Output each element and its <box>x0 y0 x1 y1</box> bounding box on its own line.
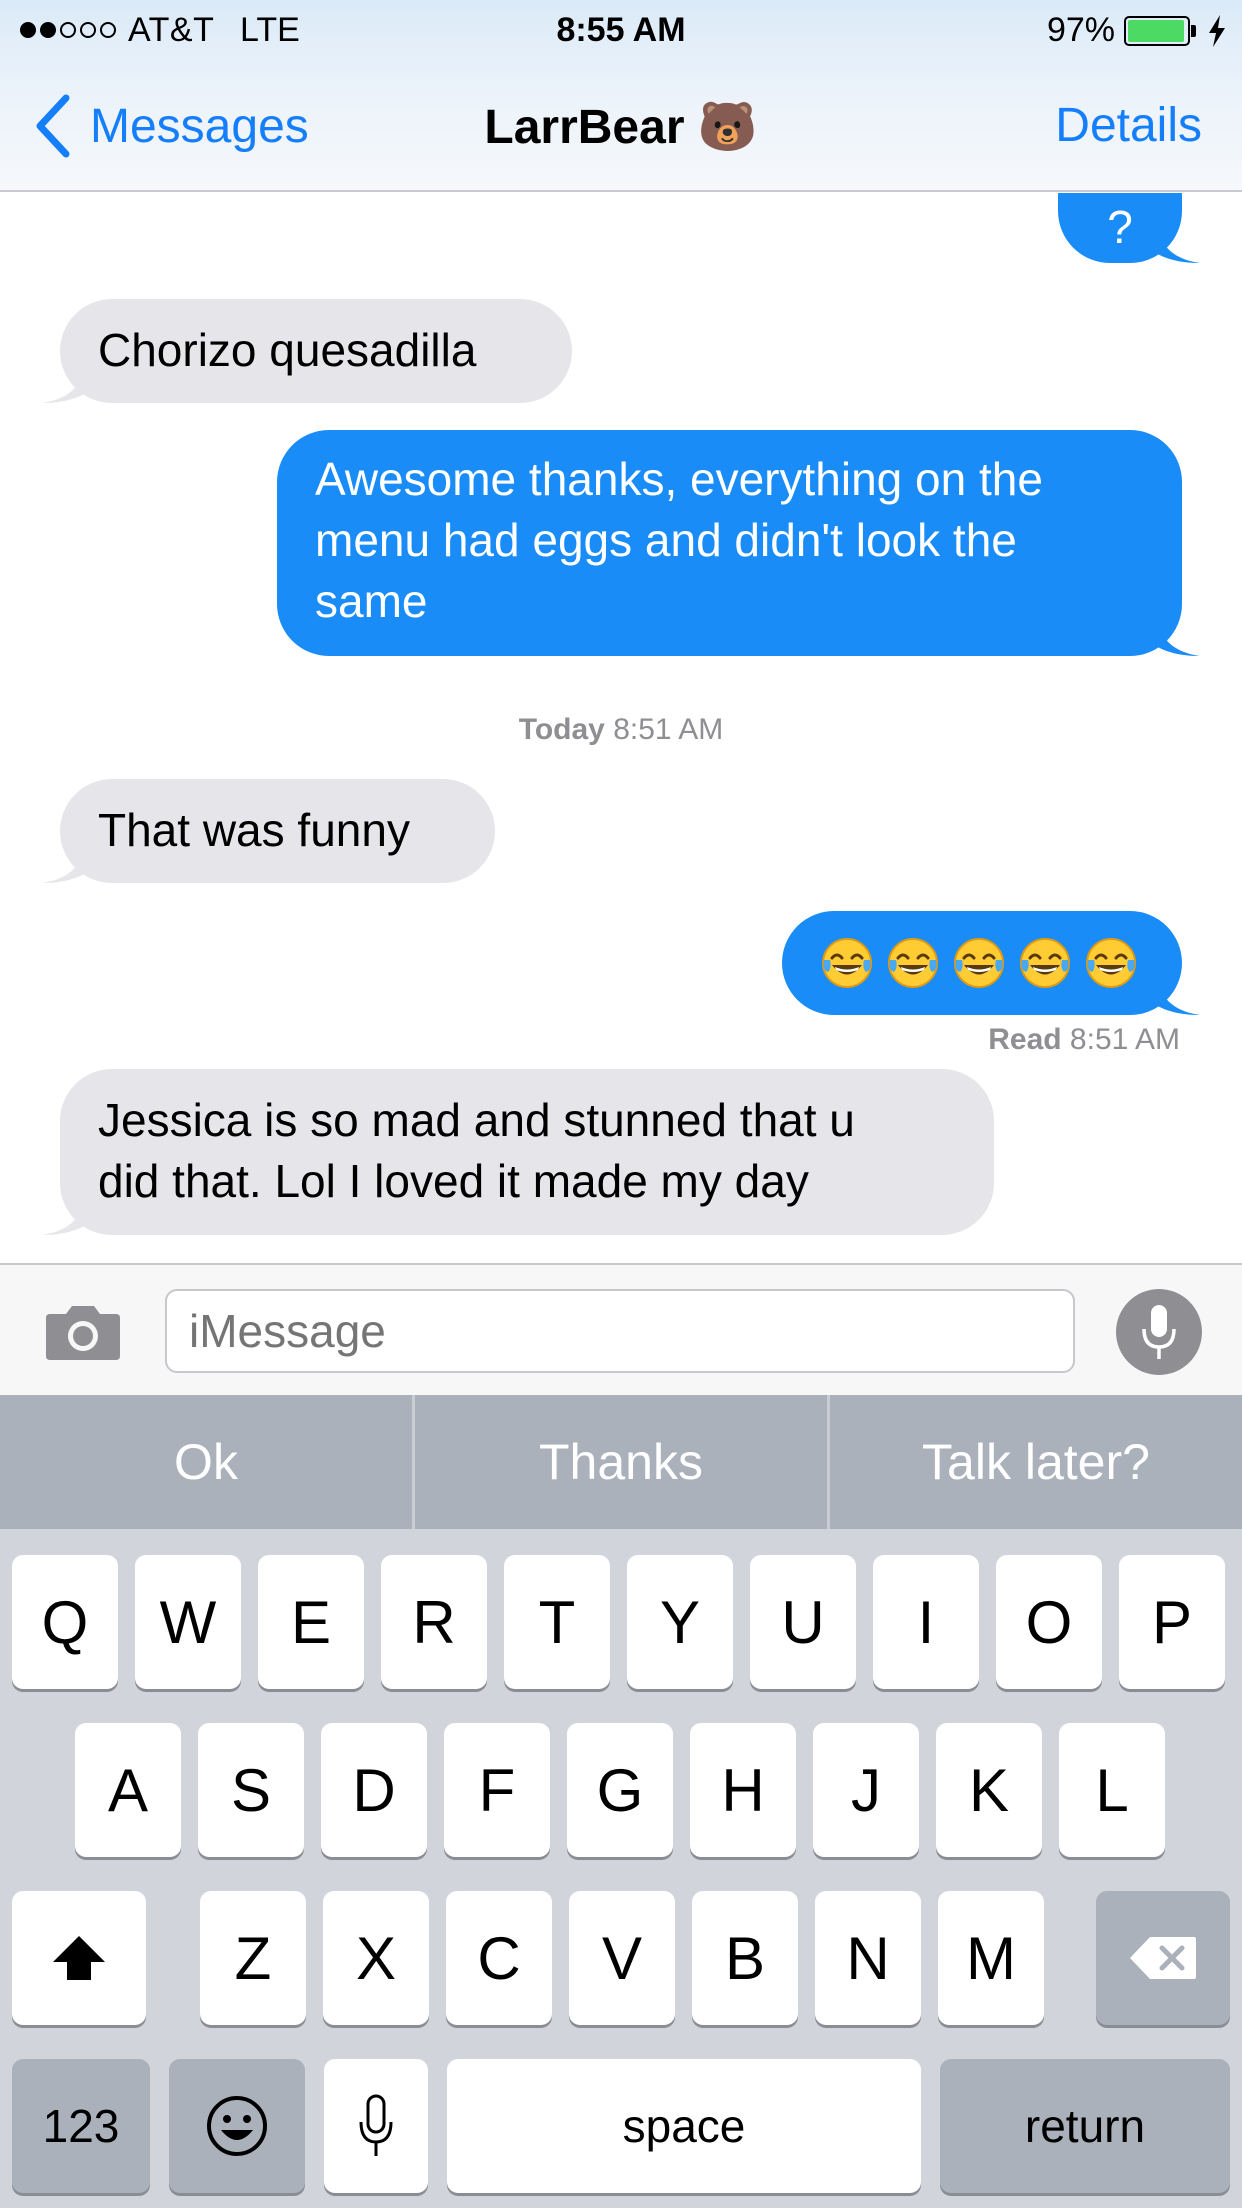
read-time: 8:51 AM <box>1069 1023 1180 1056</box>
message-text: Jessica is so mad and stunned that u did… <box>98 1094 855 1207</box>
key-g[interactable]: G <box>567 1723 673 1857</box>
key-e[interactable]: E <box>258 1555 364 1689</box>
key-s[interactable]: S <box>198 1723 304 1857</box>
emoji-face-icon <box>207 2096 267 2156</box>
conversation-timestamp: Today 8:51 AM <box>0 713 1242 747</box>
nav-bar: Messages LarrBear 🐻 Details <box>0 62 1242 192</box>
battery-nub <box>1191 25 1196 37</box>
emoji-message <box>820 911 1144 1015</box>
key-y[interactable]: Y <box>627 1555 733 1689</box>
quicktype-bar: Ok Thanks Talk later? <box>0 1395 1242 1529</box>
delete-key[interactable] <box>1096 1891 1230 2025</box>
header: AT&T LTE 8:55 AM 97% Messages LarrBear 🐻… <box>0 0 1242 192</box>
status-bar: AT&T LTE 8:55 AM 97% <box>0 0 1242 62</box>
key-w[interactable]: W <box>135 1555 241 1689</box>
key-f[interactable]: F <box>444 1723 550 1857</box>
tears-of-joy-emoji-icon <box>888 938 938 988</box>
message-text: Awesome thanks, everything on the menu h… <box>315 453 1043 627</box>
emoji-key[interactable] <box>169 2059 305 2193</box>
suggestion-talk-later[interactable]: Talk later? <box>830 1395 1242 1529</box>
details-button[interactable]: Details <box>1055 98 1202 153</box>
read-receipt: Read 8:51 AM <box>988 1023 1180 1057</box>
message-text: That was funny <box>98 804 410 856</box>
key-h[interactable]: H <box>690 1723 796 1857</box>
compose-bar <box>0 1263 1242 1395</box>
battery-icon <box>1124 16 1190 46</box>
key-m[interactable]: M <box>938 1891 1044 2025</box>
key-i[interactable]: I <box>873 1555 979 1689</box>
key-l[interactable]: L <box>1059 1723 1165 1857</box>
read-label: Read <box>988 1023 1062 1056</box>
imessage-input[interactable] <box>165 1289 1075 1373</box>
message-bubble-incoming[interactable]: That was funny <box>42 779 495 883</box>
space-key[interactable]: space <box>447 2059 921 2193</box>
key-k[interactable]: K <box>936 1723 1042 1857</box>
key-u[interactable]: U <box>750 1555 856 1689</box>
timestamp-day: Today <box>518 713 605 746</box>
tears-of-joy-emoji-icon <box>954 938 1004 988</box>
suggestion-ok[interactable]: Ok <box>0 1395 412 1529</box>
key-z[interactable]: Z <box>200 1891 306 2025</box>
key-n[interactable]: N <box>815 1891 921 2025</box>
key-d[interactable]: D <box>321 1723 427 1857</box>
timestamp-time: 8:51 AM <box>613 713 724 746</box>
key-a[interactable]: A <box>75 1723 181 1857</box>
keyboard: Ok Thanks Talk later? QWERTYUIOP ASDFGHJK… <box>0 1395 1242 2208</box>
key-b[interactable]: B <box>692 1891 798 2025</box>
message-thread[interactable]: ? Chorizo quesadilla Awesome thanks, eve… <box>0 193 1242 1263</box>
key-o[interactable]: O <box>996 1555 1102 1689</box>
camera-icon[interactable] <box>44 1302 122 1362</box>
battery-percent: 97% <box>1046 11 1115 49</box>
return-key[interactable]: return <box>940 2059 1230 2193</box>
microphone-icon <box>1142 1305 1176 1359</box>
message-bubble-outgoing[interactable] <box>782 911 1200 1015</box>
key-r[interactable]: R <box>381 1555 487 1689</box>
tears-of-joy-emoji-icon <box>1020 938 1070 988</box>
dictation-key[interactable] <box>324 2059 428 2193</box>
key-c[interactable]: C <box>446 1891 552 2025</box>
key-v[interactable]: V <box>569 1891 675 2025</box>
shift-key[interactable] <box>12 1891 146 2025</box>
key-p[interactable]: P <box>1119 1555 1225 1689</box>
tears-of-joy-emoji-icon <box>1086 938 1136 988</box>
message-bubble-outgoing[interactable]: Awesome thanks, everything on the menu h… <box>277 430 1200 656</box>
suggestion-thanks[interactable]: Thanks <box>415 1395 827 1529</box>
message-bubble-incoming[interactable]: Jessica is so mad and stunned that u did… <box>42 1069 994 1235</box>
key-q[interactable]: Q <box>12 1555 118 1689</box>
charging-bolt-icon <box>1209 15 1225 47</box>
microphone-icon <box>359 2094 393 2156</box>
key-x[interactable]: X <box>323 1891 429 2025</box>
key-j[interactable]: J <box>813 1723 919 1857</box>
dictation-button[interactable] <box>1116 1289 1202 1375</box>
message-bubble-outgoing[interactable]: ? <box>1058 193 1200 263</box>
message-text: Chorizo quesadilla <box>98 324 477 376</box>
message-bubble-incoming[interactable]: Chorizo quesadilla <box>42 299 572 403</box>
tears-of-joy-emoji-icon <box>822 938 872 988</box>
backspace-icon <box>1130 1937 1196 1979</box>
numbers-key[interactable]: 123 <box>12 2059 150 2193</box>
key-t[interactable]: T <box>504 1555 610 1689</box>
shift-arrow-icon <box>53 1936 105 1980</box>
